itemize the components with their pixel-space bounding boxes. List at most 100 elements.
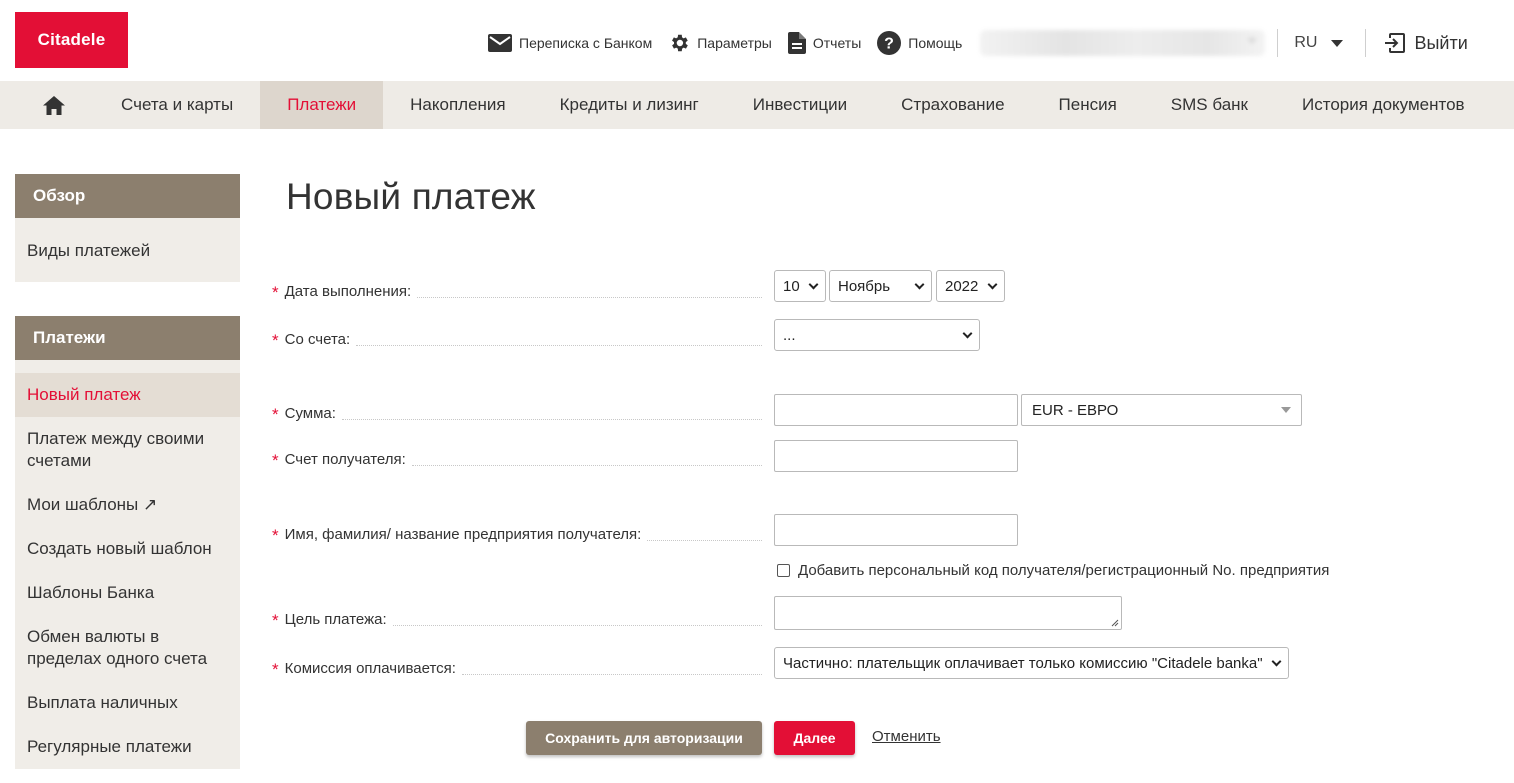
sidebar: Обзор Виды платежей Платежи Новый платеж…	[15, 174, 240, 769]
nav-item-insurance[interactable]: Страхование	[874, 81, 1031, 129]
logout-icon	[1385, 33, 1406, 53]
nav-item-savings[interactable]: Накопления	[383, 81, 532, 129]
required-mark: *	[272, 405, 279, 424]
amount-label: Сумма:	[284, 405, 336, 422]
save-for-authorization-button[interactable]: Сохранить для авторизации	[526, 721, 762, 755]
label-execution-date: * Дата выполнения:	[272, 283, 762, 301]
logout-button[interactable]: Выйти	[1384, 32, 1468, 54]
dotted-leader	[417, 297, 762, 298]
help-link-label: Помощь	[908, 35, 963, 51]
date-month-value: Ноябрь	[838, 277, 891, 295]
nav-item-loans-leasing[interactable]: Кредиты и лизинг	[533, 81, 726, 129]
add-code-checkbox-label[interactable]: Добавить персональный код получателя/рег…	[798, 562, 1329, 579]
cancel-link[interactable]: Отменить	[872, 728, 941, 745]
sidebar-item-own-accounts-transfer[interactable]: Платеж между своими счетами	[15, 417, 240, 483]
settings-link[interactable]: Параметры	[668, 32, 772, 54]
sidebar-overview-block: Обзор Виды платежей	[15, 174, 240, 282]
sidebar-heading-payments[interactable]: Платежи	[15, 316, 240, 360]
sidebar-payments-block: Платежи Новый платеж Платеж между своими…	[15, 316, 240, 769]
label-from-account: * Со счета:	[272, 331, 762, 349]
main-navigation: Счета и карты Платежи Накопления Кредиты…	[0, 81, 1514, 129]
label-payment-purpose: * Цель платежа:	[272, 611, 762, 630]
currency-select[interactable]: EUR - ЕВРО	[1021, 394, 1302, 426]
chevron-down-icon	[1271, 656, 1282, 666]
label-commission: * Комиссия оплачивается:	[272, 660, 762, 678]
date-month-select[interactable]: Ноябрь	[829, 270, 932, 302]
required-mark: *	[272, 611, 279, 630]
required-mark: *	[272, 451, 279, 470]
date-day-value: 10	[783, 277, 800, 295]
label-beneficiary-account: * Счет получателя:	[272, 451, 762, 470]
resize-grip-icon[interactable]	[1111, 619, 1119, 627]
chevron-down-icon	[914, 279, 925, 289]
from-account-value: ...	[783, 326, 796, 344]
help-icon: ?	[877, 31, 902, 55]
mail-icon	[488, 34, 512, 52]
nav-item-sms-bank[interactable]: SMS банк	[1144, 81, 1275, 129]
sidebar-gap	[15, 282, 240, 316]
sidebar-item-cash-withdrawal[interactable]: Выплата наличных	[15, 681, 240, 725]
reports-link-label: Отчеты	[812, 35, 862, 51]
chevron-down-icon	[1281, 407, 1291, 413]
dotted-leader	[356, 345, 762, 346]
dotted-leader	[647, 540, 762, 541]
add-code-checkbox[interactable]	[777, 564, 790, 577]
dotted-leader	[341, 419, 762, 420]
date-year-value: 2022	[945, 277, 979, 295]
beneficiary-account-label: Счет получателя:	[284, 451, 406, 468]
sidebar-item-new-payment[interactable]: Новый платеж	[15, 373, 240, 417]
label-amount: * Сумма:	[272, 405, 762, 424]
sidebar-heading-overview[interactable]: Обзор	[15, 174, 240, 218]
language-label: RU	[1294, 34, 1318, 51]
sidebar-item-create-template[interactable]: Создать новый шаблон	[15, 527, 240, 571]
beneficiary-name-label: Имя, фамилия/ название предприятия получ…	[284, 526, 642, 543]
logout-label: Выйти	[1414, 32, 1468, 53]
add-code-option: Добавить персональный код получателя/рег…	[777, 562, 1329, 579]
nav-item-document-history[interactable]: История документов	[1275, 81, 1492, 129]
sidebar-item-currency-exchange[interactable]: Обмен валюты в пределах одного счета	[15, 615, 240, 681]
required-mark: *	[272, 526, 279, 545]
reports-link[interactable]: Отчеты	[787, 32, 862, 54]
from-account-label: Со счета:	[284, 331, 351, 348]
dotted-leader	[411, 465, 762, 466]
dotted-leader	[392, 625, 762, 626]
sidebar-spacer	[15, 360, 240, 373]
sidebar-item-regular-payments[interactable]: Регулярные платежи	[15, 725, 240, 769]
help-link[interactable]: ? Помощь	[877, 31, 962, 55]
chevron-down-icon	[1247, 38, 1258, 44]
document-icon	[787, 32, 806, 54]
payment-purpose-textarea[interactable]	[774, 596, 1122, 630]
citadele-logo[interactable]: Citadele	[15, 12, 128, 68]
commission-label: Комиссия оплачивается:	[284, 660, 456, 677]
nav-item-investments[interactable]: Инвестиции	[726, 81, 874, 129]
chevron-down-icon	[962, 328, 973, 338]
from-account-select[interactable]: ...	[774, 319, 980, 351]
nav-item-accounts-cards[interactable]: Счета и карты	[108, 81, 260, 129]
amount-input[interactable]	[774, 394, 1018, 426]
user-account-selector[interactable]	[980, 30, 1266, 56]
commission-value: Частично: плательщик оплачивает только к…	[783, 654, 1263, 672]
sidebar-item-payment-types[interactable]: Виды платежей	[15, 218, 240, 282]
top-links-bar: Переписка с Банком Параметры Отчеты ? По…	[488, 26, 1468, 60]
commission-select[interactable]: Частично: плательщик оплачивает только к…	[774, 647, 1289, 679]
chevron-down-icon	[987, 279, 998, 289]
currency-value: EUR - ЕВРО	[1032, 401, 1119, 419]
date-day-select[interactable]: 10	[774, 270, 826, 302]
gear-icon	[672, 34, 689, 52]
divider	[1365, 29, 1367, 57]
date-year-select[interactable]: 2022	[936, 270, 1005, 302]
nav-item-pension[interactable]: Пенсия	[1032, 81, 1144, 129]
next-button[interactable]: Далее	[774, 721, 855, 755]
beneficiary-name-input[interactable]	[774, 514, 1018, 546]
nav-item-payments[interactable]: Платежи	[260, 81, 384, 129]
sidebar-item-my-templates[interactable]: Мои шаблоны ↗	[15, 483, 240, 527]
nav-home[interactable]	[0, 81, 108, 129]
messages-link[interactable]: Переписка с Банком	[488, 34, 652, 52]
home-icon	[43, 95, 65, 115]
beneficiary-account-input[interactable]	[774, 440, 1018, 472]
language-selector[interactable]: RU	[1278, 34, 1365, 52]
execution-date-label: Дата выполнения:	[284, 283, 412, 300]
sidebar-item-bank-templates[interactable]: Шаблоны Банка	[15, 571, 240, 615]
messages-link-label: Переписка с Банком	[519, 35, 653, 51]
dotted-leader	[461, 674, 762, 675]
